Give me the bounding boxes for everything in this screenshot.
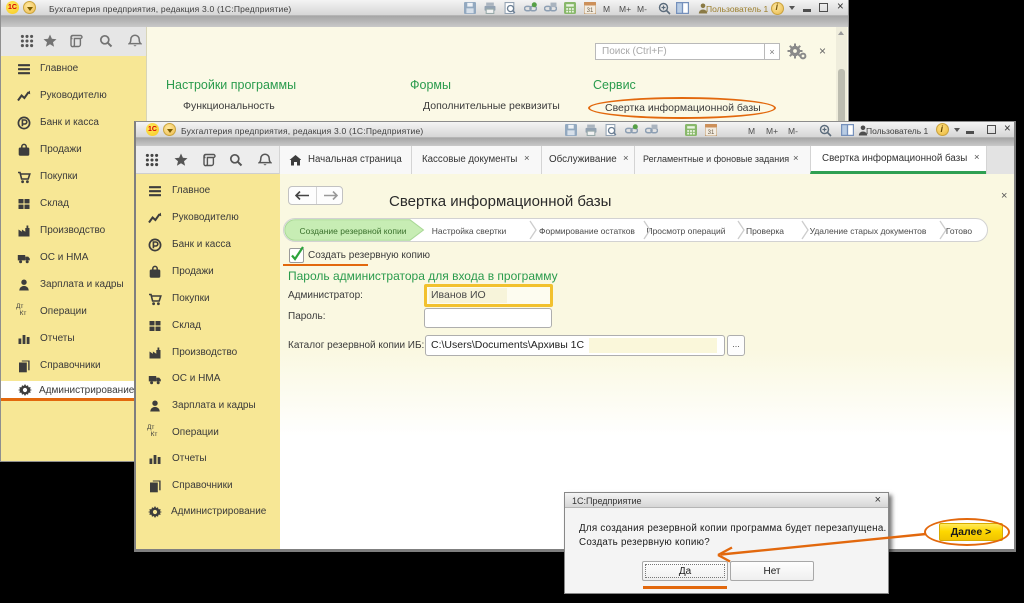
svg-text:31: 31 bbox=[587, 8, 594, 14]
svg-text:31: 31 bbox=[708, 130, 715, 136]
